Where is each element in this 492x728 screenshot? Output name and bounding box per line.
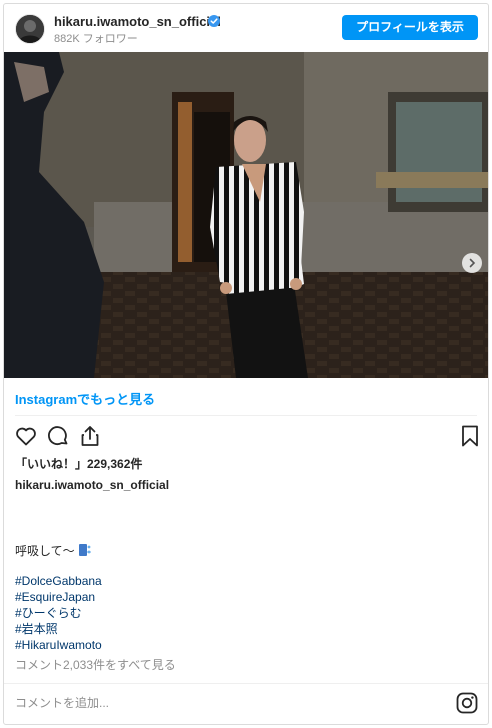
divider	[15, 415, 477, 416]
bookmark-icon[interactable]	[458, 424, 482, 448]
like-count[interactable]: 「いいね！」229,362件	[15, 455, 142, 472]
avatar[interactable]	[15, 14, 45, 44]
hashtag-list: #DolceGabbana #EsquireJapan #ひーぐらむ #岩本照 #Hik…	[15, 573, 102, 653]
view-all-comments-link[interactable]: コメント2,033件をすべて見る	[15, 656, 176, 673]
comment-icon[interactable]	[46, 424, 70, 448]
post-photo[interactable]	[4, 52, 488, 378]
view-more-on-instagram-link[interactable]: Instagramでもっと見る	[15, 389, 155, 408]
next-slide-button[interactable]	[462, 253, 482, 273]
divider	[4, 683, 488, 684]
chevron-right-icon	[469, 258, 476, 268]
hashtag-link[interactable]: #ひーぐらむ	[15, 605, 102, 621]
view-profile-button[interactable]: プロフィールを表示	[342, 15, 478, 40]
heart-icon[interactable]	[14, 424, 38, 448]
caption-body: 呼吸して〜	[15, 544, 75, 558]
verified-badge-icon	[208, 14, 220, 27]
follower-count: 882K フォロワー	[54, 33, 138, 45]
hashtag-link[interactable]: #DolceGabbana	[15, 573, 102, 589]
instagram-embed-card: hikaru.iwamoto_sn_official 882K フォロワー プロ…	[3, 3, 489, 725]
instagram-logo-icon[interactable]	[456, 692, 478, 714]
post-header: hikaru.iwamoto_sn_official 882K フォロワー プロ…	[4, 4, 488, 52]
hashtag-link[interactable]: #EsquireJapan	[15, 589, 102, 605]
share-icon[interactable]	[78, 424, 102, 448]
hashtag-link[interactable]: #岩本照	[15, 621, 102, 637]
caption-text: 呼吸して〜	[15, 542, 92, 559]
caption-username[interactable]: hikaru.iwamoto_sn_official	[15, 478, 169, 492]
water-wave-emoji	[78, 544, 91, 556]
add-comment-input[interactable]	[15, 696, 415, 710]
action-bar	[4, 422, 488, 450]
header-username[interactable]: hikaru.iwamoto_sn_official	[54, 14, 221, 29]
hashtag-link[interactable]: #HikaruIwamoto	[15, 637, 102, 653]
